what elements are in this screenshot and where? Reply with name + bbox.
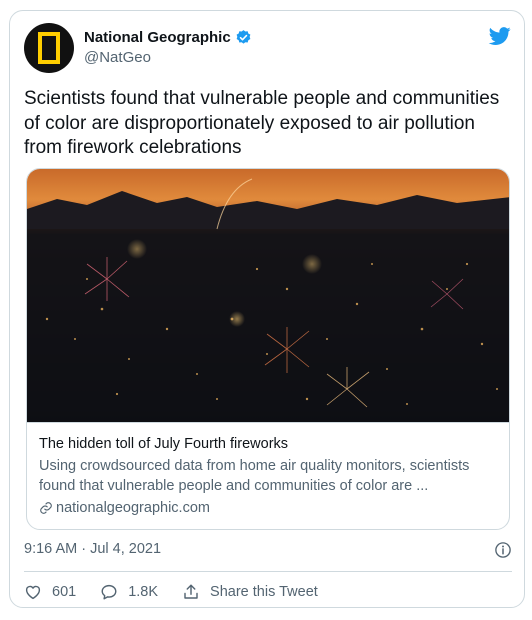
tweet-meta: 9:16 AM · Jul 4, 2021 (24, 541, 512, 563)
tweet-header: National Geographic @NatGeo (24, 23, 512, 75)
like-count: 601 (52, 584, 77, 600)
link-preview-card[interactable]: The hidden toll of July Fourth fireworks… (26, 168, 510, 530)
share-label: Share this Tweet (210, 584, 318, 600)
heart-icon (25, 585, 41, 600)
avatar[interactable] (24, 23, 74, 73)
divider (24, 571, 512, 572)
like-button[interactable]: 601 (24, 583, 76, 601)
timestamp[interactable]: 9:16 AM · Jul 4, 2021 (24, 541, 161, 557)
link-preview-body[interactable]: The hidden toll of July Fourth fireworks… (27, 422, 509, 529)
link-title[interactable]: The hidden toll of July Fourth fireworks (39, 435, 499, 453)
tweet-embed-card[interactable]: National Geographic @NatGeo Scientists f… (9, 10, 525, 608)
user-info[interactable]: National Geographic @NatGeo (84, 29, 252, 66)
display-name[interactable]: National Geographic (84, 29, 231, 46)
name-row: National Geographic (84, 29, 252, 46)
link-icon (40, 502, 52, 514)
link-domain[interactable]: nationalgeographic.com (39, 498, 499, 518)
info-icon[interactable] (494, 541, 512, 559)
reply-button[interactable]: 1.8K (100, 583, 158, 601)
link-description: Using crowdsourced data from home air qu… (39, 458, 470, 494)
link-domain-text: nationalgeographic.com (56, 500, 210, 516)
share-button[interactable]: Share this Tweet (182, 583, 318, 601)
natgeo-logo-icon (38, 32, 60, 64)
twitter-bird-icon[interactable] (488, 25, 512, 47)
fireworks-image[interactable] (27, 169, 510, 422)
verified-badge-icon (236, 30, 251, 44)
reply-icon (101, 584, 117, 600)
tweet-text: Scientists found that vulnerable people … (24, 88, 500, 158)
reply-count: 1.8K (128, 584, 159, 600)
share-icon (184, 584, 198, 599)
handle[interactable]: @NatGeo (84, 49, 252, 66)
tweet-actions: 601 1.8K Share this Tweet (24, 581, 342, 603)
